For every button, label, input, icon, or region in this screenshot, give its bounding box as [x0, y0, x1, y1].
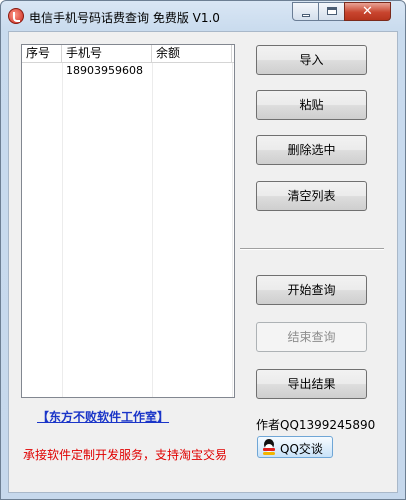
import-button[interactable]: 导入 [256, 45, 367, 75]
qq-chat-button[interactable]: QQ交谈 [257, 436, 333, 458]
cell-balance [152, 63, 232, 79]
close-button[interactable]: ✕ [344, 2, 391, 21]
main-panel: 序号 手机号 余额 18903959608 导入 粘贴 删除选中 清空列表 开始… [8, 31, 398, 493]
close-icon: ✕ [362, 4, 373, 19]
title-bar[interactable]: 电信手机号码话费查询 免费版 V1.0 ✕ [1, 1, 405, 31]
export-results-button[interactable]: 导出结果 [256, 369, 367, 399]
column-header-phone[interactable]: 手机号 [62, 45, 152, 62]
maximize-icon [327, 7, 337, 15]
maximize-button[interactable] [318, 2, 345, 21]
author-qq-text: 作者QQ1399245890 [256, 418, 376, 432]
column-header-balance[interactable]: 余额 [152, 45, 232, 62]
qq-penguin-icon [262, 439, 276, 455]
app-window: 电信手机号码话费查询 免费版 V1.0 ✕ 序号 手机号 余额 18903959… [0, 0, 406, 500]
minimize-icon [302, 14, 310, 17]
end-query-button[interactable]: 结束查询 [256, 322, 367, 352]
qq-chat-label: QQ交谈 [280, 442, 323, 456]
table-row[interactable]: 18903959608 [22, 63, 234, 79]
clear-list-button[interactable]: 清空列表 [256, 181, 367, 211]
cell-phone: 18903959608 [66, 64, 143, 77]
delete-selected-button[interactable]: 删除选中 [256, 135, 367, 165]
grid-line [152, 63, 153, 397]
paste-button[interactable]: 粘贴 [256, 90, 367, 120]
service-text: 承接软件定制开发服务，支持淘宝交易 [23, 448, 228, 462]
column-header-seq[interactable]: 序号 [22, 45, 62, 62]
app-icon[interactable] [8, 8, 24, 24]
studio-link[interactable]: 【东方不败软件工作室】 [37, 408, 169, 425]
phone-list[interactable]: 序号 手机号 余额 18903959608 [21, 44, 235, 398]
minimize-button[interactable] [292, 2, 319, 21]
grid-line [232, 63, 233, 397]
list-rows: 18903959608 [22, 63, 234, 79]
list-header: 序号 手机号 余额 [22, 45, 234, 63]
cell-seq [22, 63, 62, 79]
start-query-button[interactable]: 开始查询 [256, 275, 367, 305]
separator [240, 248, 384, 250]
grid-line [62, 63, 63, 397]
window-title: 电信手机号码话费查询 免费版 V1.0 [29, 11, 220, 25]
